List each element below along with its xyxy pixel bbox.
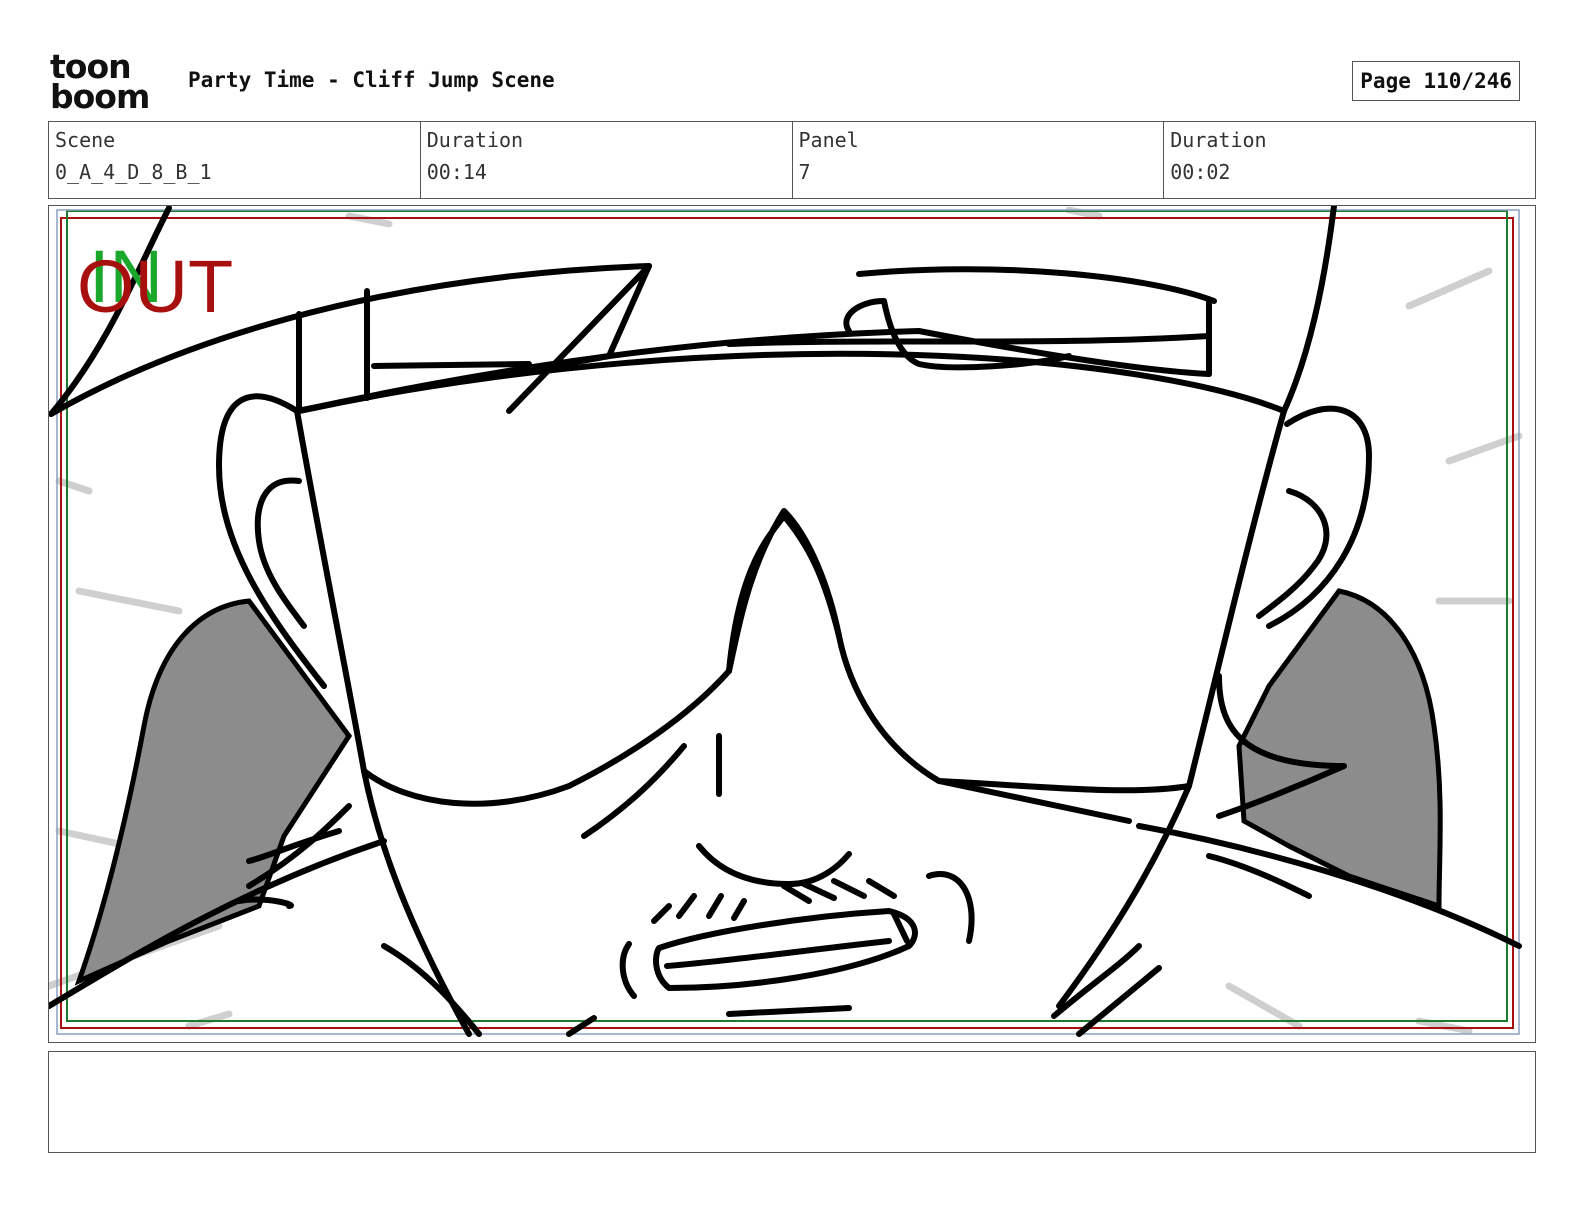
storyboard-sketch-image [49,206,1523,1037]
panel-duration-label: Duration [1170,128,1267,152]
panel-duration-cell: Duration 00:02 [1164,122,1535,198]
scene-info-table: Scene 0_A_4_D_8_B_1 Duration 00:14 Panel… [48,121,1536,199]
scene-duration-value: 00:14 [426,160,487,184]
panel-notes-box [48,1051,1536,1153]
panel-cell: Panel 7 [793,122,1165,198]
speed-lines [49,206,1523,1035]
logo-line-2: boom [50,77,150,116]
character-lines [49,206,1522,1037]
scene-duration-cell: Duration 00:14 [421,122,793,198]
panel-label: Panel [798,128,859,152]
scene-label: Scene [55,128,116,152]
hair-shadow-right [1236,588,1443,910]
hair-shadow-left [74,598,353,986]
storyboard-panel: IN OUT [48,205,1536,1043]
document-title: Party Time - Cliff Jump Scene [188,68,555,92]
toonboom-logo: toon boom [50,50,168,114]
panel-duration-value: 00:02 [1170,160,1231,184]
scene-value: 0_A_4_D_8_B_1 [55,160,212,184]
out-marker: OUT [77,245,234,328]
scene-duration-label: Duration [426,128,524,152]
panel-value: 7 [798,160,811,184]
page-number: Page 110/246 [1352,61,1520,101]
storyboard-header: toon boom Party Time - Cliff Jump Scene … [48,40,1536,120]
scene-cell: Scene 0_A_4_D_8_B_1 [49,122,421,198]
